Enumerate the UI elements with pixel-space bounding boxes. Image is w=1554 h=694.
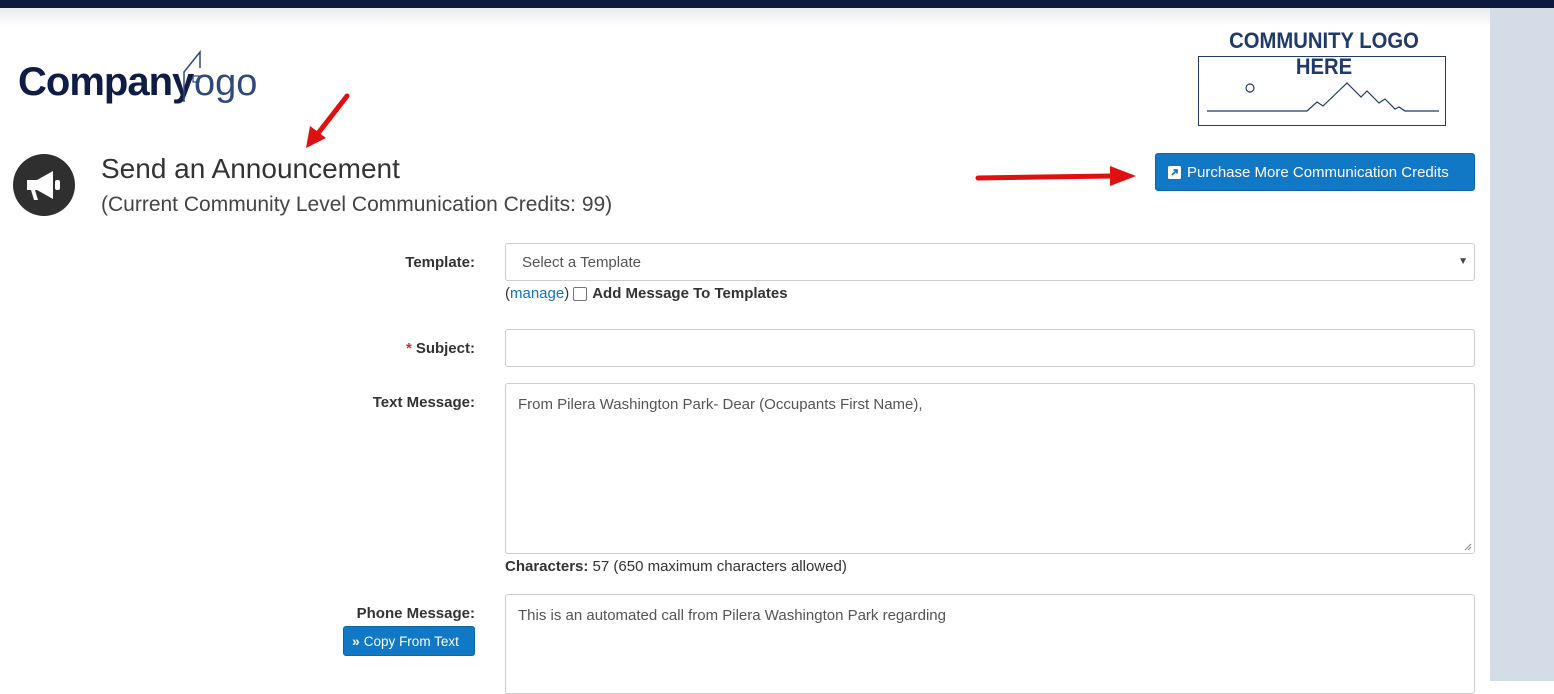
double-chevron-right-icon: » xyxy=(352,633,360,649)
community-logo: COMMUNITY LOGO HERE xyxy=(1196,28,1452,130)
company-logo-word2: ogo xyxy=(194,62,258,104)
purchase-credits-button[interactable]: Purchase More Communication Credits xyxy=(1155,153,1475,191)
character-count: Characters: 57 (650 maximum characters a… xyxy=(505,558,847,575)
megaphone-icon xyxy=(13,154,75,216)
subject-label-text: Subject: xyxy=(415,340,475,357)
template-options: ( manage ) Add Message To Templates xyxy=(505,285,788,302)
text-message-value: From Pilera Washington Park- Dear (Occup… xyxy=(518,396,923,413)
company-logo: Company ogo xyxy=(18,50,288,110)
page-title: Send an Announcement xyxy=(101,153,400,184)
subject-input[interactable] xyxy=(505,329,1475,367)
top-shade xyxy=(0,8,1490,26)
character-count-label: Characters: xyxy=(505,558,589,575)
text-message-label: Text Message: xyxy=(372,394,475,411)
template-label: Template: xyxy=(405,254,475,271)
community-logo-frame xyxy=(1198,56,1446,126)
phone-message-label: Phone Message: xyxy=(356,605,475,622)
manage-paren-close: ) xyxy=(564,285,570,302)
add-to-templates-checkbox[interactable] xyxy=(573,286,588,301)
text-message-textarea[interactable]: From Pilera Washington Park- Dear (Occup… xyxy=(505,383,1475,554)
external-link-icon xyxy=(1168,165,1181,179)
phone-message-textarea[interactable]: This is an automated call from Pilera Wa… xyxy=(505,594,1475,694)
annotation-arrow-button xyxy=(975,166,1136,186)
subject-label: * Subject: xyxy=(406,340,475,357)
template-select[interactable]: Select a Template ▼ xyxy=(505,243,1475,281)
copy-from-text-label: Copy From Text xyxy=(363,633,459,649)
add-to-templates-label: Add Message To Templates xyxy=(592,285,788,302)
required-marker: * xyxy=(405,340,412,357)
character-count-info: 57 (650 maximum characters allowed) xyxy=(588,558,847,575)
annotation-arrow-title xyxy=(306,93,350,148)
top-bar xyxy=(0,0,1554,8)
template-select-value: Select a Template xyxy=(522,254,641,271)
landscape-icon xyxy=(1207,82,1439,112)
resize-handle-icon[interactable] xyxy=(1464,543,1472,551)
purchase-credits-label: Purchase More Communication Credits xyxy=(1187,163,1449,181)
copy-from-text-button[interactable]: » Copy From Text xyxy=(343,626,475,656)
credits-subtitle: (Current Community Level Communication C… xyxy=(101,193,613,216)
phone-message-value: This is an automated call from Pilera Wa… xyxy=(518,607,946,624)
manage-templates-link[interactable]: manage xyxy=(510,285,564,302)
right-gutter xyxy=(1490,8,1554,681)
dropdown-caret-icon: ▼ xyxy=(1458,256,1468,267)
